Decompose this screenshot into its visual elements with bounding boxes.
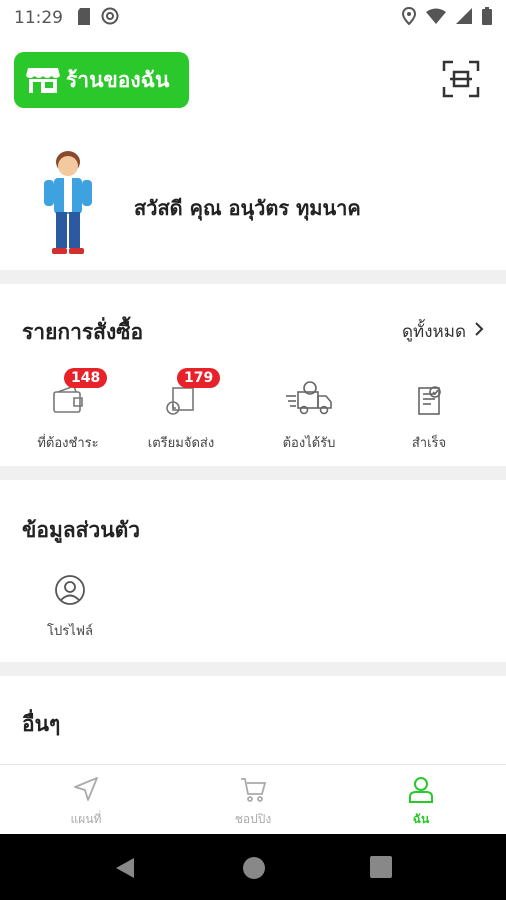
home-icon[interactable]: [242, 856, 266, 884]
cart-icon: [239, 778, 267, 806]
status-time: 11:29: [14, 8, 63, 28]
system-nav-bar: [0, 834, 506, 900]
orders-title: รายการสั่งซื้อ: [22, 320, 144, 344]
see-all-label: ดูทั้งหมด: [402, 322, 466, 342]
wifi-icon: [426, 8, 446, 28]
badge-to-pay: 148: [64, 368, 108, 388]
scan-button[interactable]: [442, 60, 480, 98]
orders-section: รายการสั่งซื้อ ดูทั้งหมด 148 ที่ต้องชำระ…: [0, 284, 506, 466]
nav-me-label: ฉัน: [412, 812, 430, 826]
nav-map[interactable]: แผนที่: [26, 775, 146, 829]
battery-icon: [482, 7, 492, 29]
greeting-text: สวัสดี คุณ อนุวัตร ทุมนาค: [134, 196, 361, 220]
sd-card-icon: [77, 7, 91, 29]
my-shop-label: ร้านของฉัน: [66, 67, 170, 92]
map-arrow-icon: [72, 777, 100, 806]
order-to-ship[interactable]: 179 เตรียมจัดส่ง: [126, 368, 236, 453]
delivery-truck-icon: [284, 381, 334, 424]
badge-to-ship: 179: [177, 368, 221, 388]
location-icon: [401, 6, 417, 29]
avatar: [38, 148, 98, 258]
chevron-right-icon: [474, 321, 484, 342]
scan-icon: [442, 60, 480, 102]
divider: [0, 662, 506, 676]
nav-shopping-label: ชอปปิง: [234, 812, 272, 826]
profile-label: โปรไฟล์: [47, 624, 93, 639]
back-icon[interactable]: [114, 856, 136, 884]
nav-shopping[interactable]: ชอปปิง: [193, 775, 313, 829]
signal-icon: [456, 8, 472, 28]
bottom-nav: แผนที่ ชอปปิง ฉัน: [0, 764, 506, 834]
status-bar: 11:29: [0, 0, 506, 36]
completed-icon: [409, 386, 449, 424]
divider: [0, 270, 506, 284]
others-section: อื่นๆ: [0, 676, 506, 764]
personal-section: ข้อมูลส่วนตัว โปรไฟล์: [0, 480, 506, 662]
wallet-icon: [48, 384, 88, 424]
others-title: อื่นๆ: [22, 712, 61, 736]
greeting-section: สวัสดี คุณ อนุวัตร ทุมนาค: [0, 130, 506, 270]
order-to-pay[interactable]: 148 ที่ต้องชำระ: [13, 368, 123, 453]
divider: [0, 466, 506, 480]
recents-icon[interactable]: [370, 856, 392, 882]
order-to-receive[interactable]: ต้องได้รับ: [254, 380, 364, 453]
my-shop-button[interactable]: ร้านของฉัน: [14, 52, 189, 108]
package-icon: [161, 387, 201, 424]
profile-button[interactable]: โปรไฟล์: [28, 574, 112, 641]
at-sign-icon: [101, 7, 119, 29]
nav-me[interactable]: ฉัน: [361, 775, 481, 829]
order-completed-label: สำเร็จ: [411, 436, 447, 451]
nav-map-label: แผนที่: [70, 812, 102, 826]
user-circle-icon: [54, 575, 86, 610]
order-completed[interactable]: สำเร็จ: [374, 380, 484, 453]
order-to-receive-label: ต้องได้รับ: [282, 436, 336, 451]
store-icon: [26, 66, 60, 94]
personal-title: ข้อมูลส่วนตัว: [22, 518, 141, 542]
order-to-ship-label: เตรียมจัดส่ง: [147, 436, 215, 451]
order-to-pay-label: ที่ต้องชำระ: [37, 436, 99, 451]
user-icon: [407, 777, 435, 806]
header: ร้านของฉัน: [0, 36, 506, 128]
see-all-orders-link[interactable]: ดูทั้งหมด: [402, 318, 484, 345]
